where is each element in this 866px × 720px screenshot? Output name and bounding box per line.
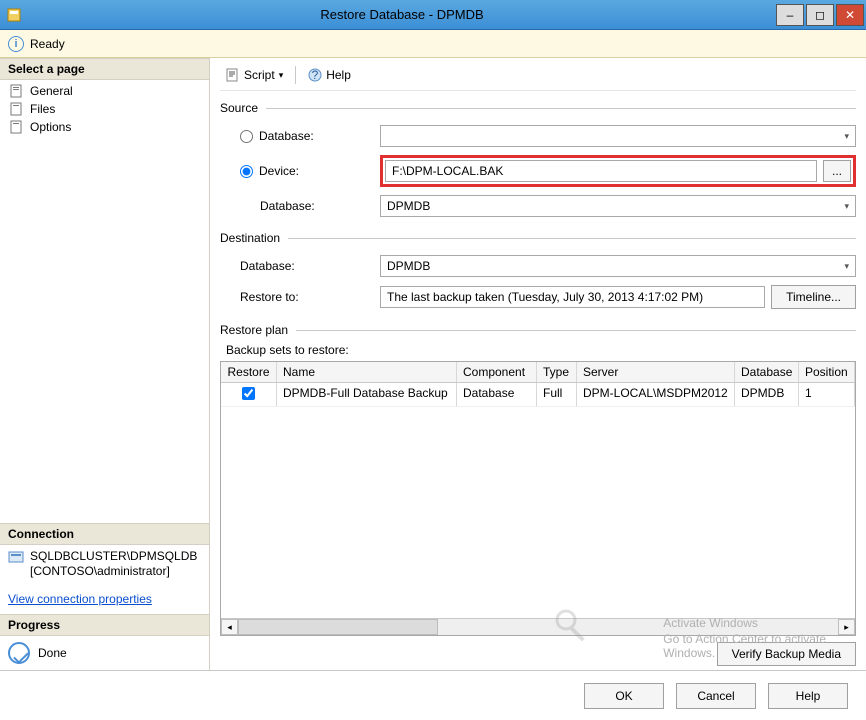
server-icon [8, 549, 24, 565]
connection-header: Connection [0, 523, 209, 545]
destination-section: Destination [220, 231, 856, 245]
page-icon [10, 120, 24, 134]
minimize-button[interactable]: – [776, 4, 804, 26]
script-icon [226, 68, 240, 82]
server-name: SQLDBCLUSTER\DPMSQLDB [30, 549, 197, 563]
col-position[interactable]: Position [799, 362, 855, 382]
page-icon [10, 84, 24, 98]
col-server[interactable]: Server [577, 362, 735, 382]
destination-title: Destination [220, 231, 280, 245]
footer-help-button[interactable]: Help [768, 683, 848, 709]
col-component[interactable]: Component [457, 362, 537, 382]
source-db-sublabel: Database: [260, 199, 315, 213]
toolbar-divider [295, 66, 296, 84]
device-highlight: ... [380, 155, 856, 187]
plan-section: Restore plan [220, 323, 856, 337]
scroll-thumb[interactable] [238, 619, 438, 635]
col-restore[interactable]: Restore [221, 362, 277, 382]
source-db-combo[interactable]: DPMDB ▾ [380, 195, 856, 217]
table-header: Restore Name Component Type Server Datab… [221, 362, 855, 383]
dest-db-label: Database: [240, 259, 295, 273]
plan-title: Restore plan [220, 323, 288, 337]
status-text: Ready [30, 37, 65, 51]
nav-files[interactable]: Files [6, 100, 203, 118]
cell-position: 1 [799, 383, 855, 406]
cell-database: DPMDB [735, 383, 799, 406]
nav-label: Options [30, 120, 71, 134]
chevron-down-icon: ▾ [844, 201, 849, 212]
cell-type: Full [537, 383, 577, 406]
window-buttons: – ◻ ✕ [776, 4, 866, 26]
titlebar: Restore Database - DPMDB – ◻ ✕ [0, 0, 866, 30]
backup-sets-label: Backup sets to restore: [220, 343, 856, 357]
scroll-left-button[interactable]: ◂ [221, 619, 238, 635]
source-database-radio[interactable] [240, 130, 253, 143]
restore-checkbox[interactable] [242, 387, 255, 400]
progress-header: Progress [0, 614, 209, 636]
key-icon [552, 606, 596, 650]
cell-component: Database [457, 383, 537, 406]
col-name[interactable]: Name [277, 362, 457, 382]
select-page-header: Select a page [0, 58, 209, 80]
nav-general[interactable]: General [6, 82, 203, 100]
maximize-button[interactable]: ◻ [806, 4, 834, 26]
help-label: Help [326, 68, 351, 82]
nav-label: Files [30, 102, 55, 116]
script-button[interactable]: Script ▾ [220, 66, 289, 84]
nav-label: General [30, 84, 73, 98]
verify-media-button[interactable]: Verify Backup Media [717, 642, 856, 666]
view-connection-link[interactable]: View connection properties [0, 584, 209, 614]
device-path-input[interactable] [385, 160, 817, 182]
timeline-button[interactable]: Timeline... [771, 285, 856, 309]
table-row[interactable]: DPMDB-Full Database Backup Database Full… [221, 383, 855, 407]
app-icon [6, 7, 22, 23]
ok-button[interactable]: OK [584, 683, 664, 709]
source-device-label: Device: [259, 164, 299, 178]
scroll-track[interactable] [238, 619, 838, 635]
cell-name: DPMDB-Full Database Backup [277, 383, 457, 406]
connection-info: SQLDBCLUSTER\DPMSQLDB [CONTOSO\administr… [0, 545, 209, 584]
page-icon [10, 102, 24, 116]
restore-to-input[interactable] [380, 286, 765, 308]
source-section: Source [220, 101, 856, 115]
status-bar: i Ready [0, 30, 866, 58]
source-db-value: DPMDB [387, 199, 430, 213]
nav-options[interactable]: Options [6, 118, 203, 136]
source-title: Source [220, 101, 258, 115]
chevron-down-icon: ▾ [279, 70, 284, 81]
restore-to-label: Restore to: [240, 290, 299, 304]
horizontal-scrollbar[interactable]: ◂ ▸ [221, 618, 855, 635]
close-button[interactable]: ✕ [836, 4, 864, 26]
sidebar: Select a page General Files Options Conn… [0, 58, 210, 670]
dest-db-combo[interactable]: DPMDB ▾ [380, 255, 856, 277]
info-icon: i [8, 36, 24, 52]
script-label: Script [244, 68, 275, 82]
chevron-down-icon: ▾ [844, 131, 849, 142]
help-icon: ? [308, 68, 322, 82]
col-type[interactable]: Type [537, 362, 577, 382]
dest-db-value: DPMDB [387, 259, 430, 273]
user-name: [CONTOSO\administrator] [30, 564, 170, 578]
backup-sets-table: Restore Name Component Type Server Datab… [220, 361, 856, 636]
col-database[interactable]: Database [735, 362, 799, 382]
dialog-footer: OK Cancel Help [0, 670, 866, 720]
content-pane: Script ▾ ? Help Source Database: ▾ [210, 58, 866, 670]
help-button[interactable]: ? Help [302, 66, 357, 84]
source-database-combo[interactable]: ▾ [380, 125, 856, 147]
cell-server: DPM-LOCAL\MSDPM2012 [577, 383, 735, 406]
check-icon [8, 642, 30, 664]
chevron-down-icon: ▾ [844, 261, 849, 272]
progress-text: Done [38, 646, 67, 660]
window-title: Restore Database - DPMDB [28, 7, 776, 22]
source-database-label: Database: [259, 129, 314, 143]
browse-device-button[interactable]: ... [823, 160, 851, 182]
toolbar: Script ▾ ? Help [220, 64, 856, 91]
svg-text:?: ? [312, 68, 319, 82]
cancel-button[interactable]: Cancel [676, 683, 756, 709]
progress-status: Done [0, 636, 209, 670]
scroll-right-button[interactable]: ▸ [838, 619, 855, 635]
source-device-radio[interactable] [240, 165, 253, 178]
